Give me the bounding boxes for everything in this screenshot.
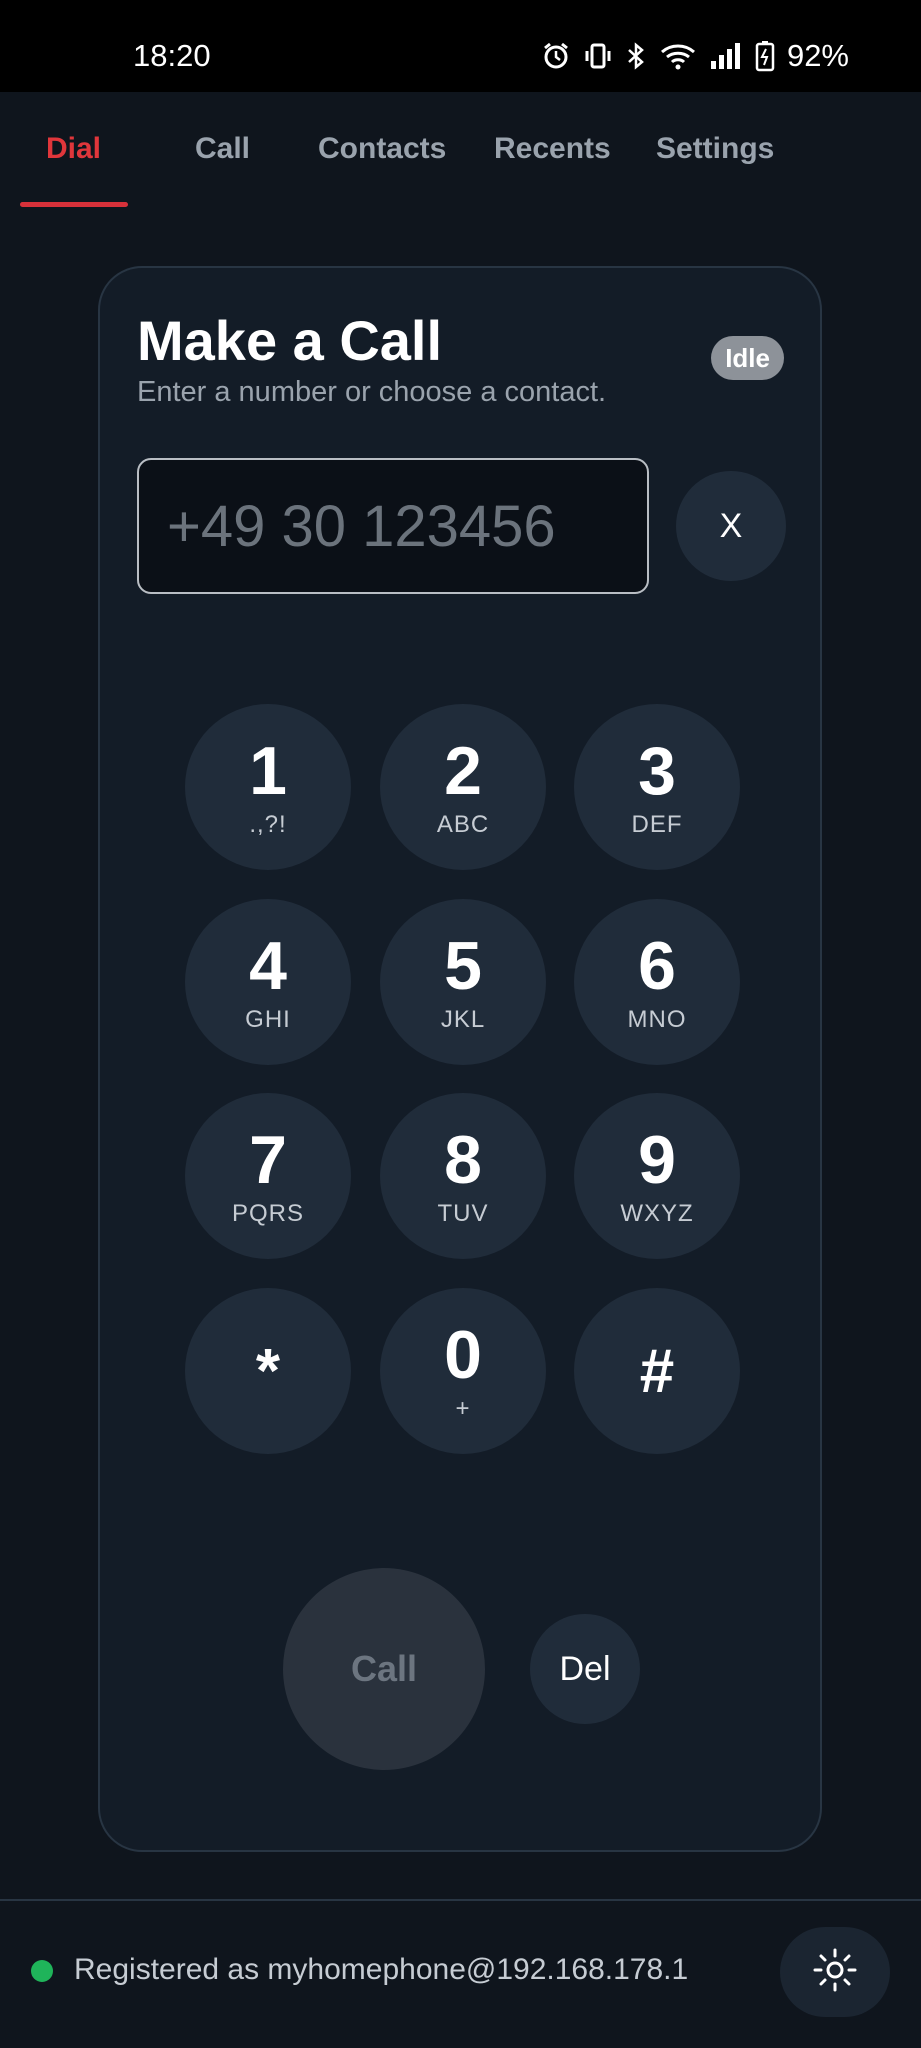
keypad-key-2[interactable]: 2 ABC xyxy=(380,704,546,870)
tab-recents[interactable]: Recents xyxy=(494,132,611,166)
key-letters: JKL xyxy=(440,1006,486,1033)
active-tab-indicator xyxy=(20,202,128,207)
signal-icon xyxy=(709,41,743,71)
clear-button[interactable]: X xyxy=(676,471,786,581)
key-digit: 2 xyxy=(444,733,482,809)
status-bar: 18:20 92% xyxy=(0,0,921,92)
key-digit: 9 xyxy=(638,1122,676,1198)
key-digit: 0 xyxy=(444,1317,482,1393)
keypad-key-0[interactable]: 0 + xyxy=(380,1288,546,1454)
key-digit: 6 xyxy=(638,928,676,1004)
phone-number-input[interactable] xyxy=(137,458,649,594)
tab-dial[interactable]: Dial xyxy=(46,132,101,166)
dial-card: Make a Call Enter a number or choose a c… xyxy=(98,266,822,1852)
tab-call[interactable]: Call xyxy=(195,132,250,166)
keypad-key-4[interactable]: 4 GHI xyxy=(185,899,351,1065)
key-letters: MNO xyxy=(627,1006,687,1033)
theme-toggle-button[interactable] xyxy=(780,1927,890,2017)
key-letters: .,?! xyxy=(249,811,287,838)
vibrate-icon xyxy=(583,41,613,71)
keypad-key-hash[interactable]: # xyxy=(574,1288,740,1454)
wifi-icon xyxy=(659,41,697,71)
status-badge: Idle xyxy=(711,336,784,380)
keypad-key-1[interactable]: 1 .,?! xyxy=(185,704,351,870)
key-letters: TUV xyxy=(437,1200,489,1227)
keypad-key-9[interactable]: 9 WXYZ xyxy=(574,1093,740,1259)
delete-button[interactable]: Del xyxy=(530,1614,640,1724)
battery-percent: 92% xyxy=(786,38,849,73)
key-letters: PQRS xyxy=(231,1200,304,1227)
key-digit: 1 xyxy=(249,733,287,809)
registration-status-dot xyxy=(31,1960,53,1982)
keypad-key-5[interactable]: 5 JKL xyxy=(380,899,546,1065)
sun-icon xyxy=(811,1946,859,1999)
page-subtitle: Enter a number or choose a contact. xyxy=(137,376,607,408)
keypad-key-3[interactable]: 3 DEF xyxy=(574,704,740,870)
key-digit: 8 xyxy=(444,1122,482,1198)
key-digit: 5 xyxy=(444,928,482,1004)
registration-footer: Registered as myhomephone@192.168.178.1 xyxy=(0,1899,921,2048)
keypad-key-6[interactable]: 6 MNO xyxy=(574,899,740,1065)
keypad-key-7[interactable]: 7 PQRS xyxy=(185,1093,351,1259)
keypad-key-star[interactable]: * xyxy=(185,1288,351,1454)
tab-settings[interactable]: Settings xyxy=(656,132,774,166)
key-digit: 7 xyxy=(249,1122,287,1198)
top-tabs: Dial Call Contacts Recents Settings xyxy=(0,92,921,210)
tab-contacts[interactable]: Contacts xyxy=(318,132,446,166)
key-letters: + xyxy=(455,1395,471,1422)
key-letters: DEF xyxy=(631,811,683,838)
keypad-key-8[interactable]: 8 TUV xyxy=(380,1093,546,1259)
key-digit: * xyxy=(255,1336,281,1406)
registration-status-text: Registered as myhomephone@192.168.178.1 xyxy=(74,1953,689,1986)
key-letters: ABC xyxy=(436,811,490,838)
key-letters: GHI xyxy=(245,1006,291,1033)
key-letters: WXYZ xyxy=(620,1200,694,1227)
status-icons: 92% xyxy=(541,38,849,74)
call-button[interactable]: Call xyxy=(283,1568,485,1770)
key-digit: 3 xyxy=(638,733,676,809)
battery-icon xyxy=(755,40,775,72)
status-time: 18:20 xyxy=(133,38,211,73)
bluetooth-icon xyxy=(625,41,647,71)
page-title: Make a Call xyxy=(137,309,443,372)
key-digit: 4 xyxy=(249,928,287,1004)
key-digit: # xyxy=(639,1336,675,1406)
alarm-icon xyxy=(541,41,571,71)
